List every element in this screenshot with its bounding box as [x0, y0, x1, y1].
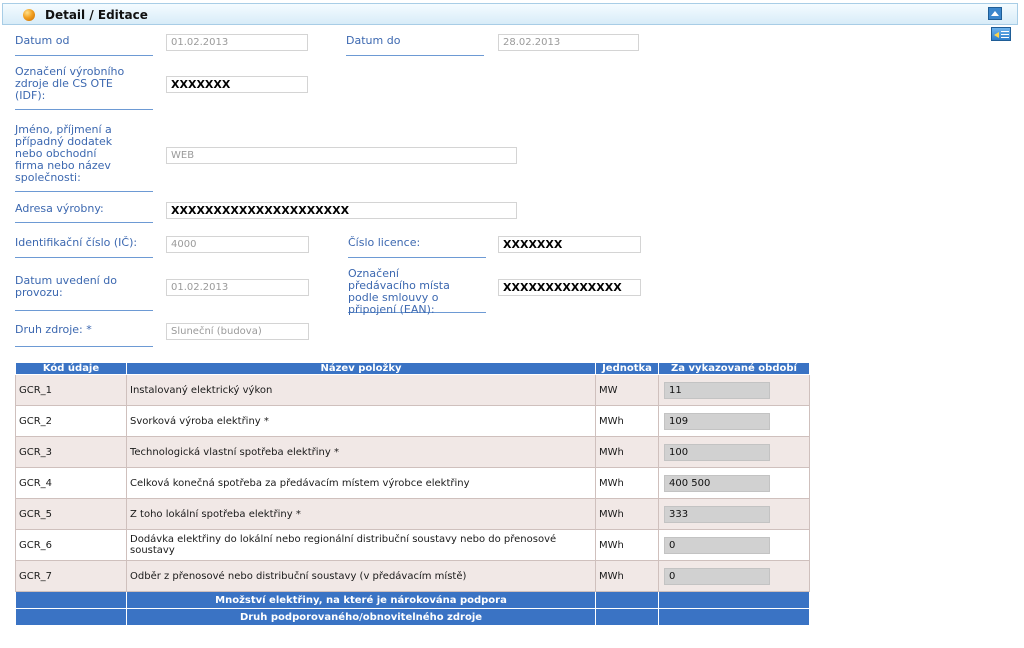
section-title-podpora: Množství elektřiny, na které je nároková…	[126, 591, 596, 609]
cell-code: GCR_5	[15, 498, 127, 530]
cell-unit: MWh	[595, 467, 659, 499]
value-input[interactable]: 11	[664, 381, 770, 399]
licence-field[interactable]: XXXXXXX	[498, 236, 641, 253]
table-row: GCR_6 Dodávka elektřiny do lokální nebo …	[15, 529, 810, 561]
cell-name: Odběr z přenosové nebo distribuční soust…	[126, 560, 596, 592]
section-empty-cell	[15, 591, 127, 609]
label-jmeno: Jméno, příjmení a případný dodatek nebo …	[15, 124, 153, 192]
table-header-row: Kód údaje Název položky Jednotka Za vyka…	[15, 362, 810, 375]
ic-field[interactable]: 4000	[166, 236, 309, 253]
section-empty-cell	[595, 608, 659, 626]
cell-value: 11	[658, 374, 810, 406]
section-row: Druh podporovaného/obnovitelného zdroje	[15, 608, 810, 626]
data-table: Kód údaje Název položky Jednotka Za vyka…	[15, 362, 810, 626]
cell-unit: MWh	[595, 498, 659, 530]
label-ean: Označení předávacího místa podle smlouvy…	[348, 268, 486, 316]
druh-select[interactable]: Sluneční (budova)	[166, 323, 309, 340]
label-ic: Identifikační číslo (IČ):	[15, 237, 153, 258]
table-row: GCR_2 Svorková výroba elektřiny * MWh 10…	[15, 405, 810, 437]
datum-od-field[interactable]: 01.02.2013	[166, 34, 308, 51]
cell-code: GCR_6	[15, 529, 127, 561]
cell-code: GCR_1	[15, 374, 127, 406]
value-input[interactable]: 0	[664, 536, 770, 554]
table-row: GCR_1 Instalovaný elektrický výkon MW 11	[15, 374, 810, 406]
label-datum-od: Datum od	[15, 35, 153, 56]
value-input[interactable]: 109	[664, 412, 770, 430]
column-header-jednotka: Jednotka	[595, 362, 659, 375]
cell-unit: MWh	[595, 560, 659, 592]
cell-value: 0	[658, 529, 810, 561]
section-row: Množství elektřiny, na které je nároková…	[15, 591, 810, 609]
cell-unit: MWh	[595, 405, 659, 437]
datum-uvedeni-field[interactable]: 01.02.2013	[166, 279, 309, 296]
table-row: GCR_3 Technologická vlastní spotřeba ele…	[15, 436, 810, 468]
section-empty-cell	[658, 608, 810, 626]
arrow-left-icon	[994, 32, 999, 38]
cell-value: 333	[658, 498, 810, 530]
table-row: GCR_7 Odběr z přenosové nebo distribuční…	[15, 560, 810, 592]
cell-value: 400 500	[658, 467, 810, 499]
cell-code: GCR_4	[15, 467, 127, 499]
label-licence: Číslo licence:	[348, 237, 486, 258]
section-empty-cell	[595, 591, 659, 609]
adresa-field[interactable]: XXXXXXXXXXXXXXXXXXXXX	[166, 202, 517, 219]
export-toolbar-icon[interactable]	[991, 27, 1011, 41]
label-adresa: Adresa výrobny:	[15, 203, 153, 223]
column-header-nazev: Název položky	[126, 362, 596, 375]
cell-code: GCR_7	[15, 560, 127, 592]
column-header-kod: Kód údaje	[15, 362, 127, 375]
label-druh: Druh zdroje: *	[15, 324, 153, 347]
cell-name: Instalovaný elektrický výkon	[126, 374, 596, 406]
cell-unit: MWh	[595, 436, 659, 468]
cell-value: 0	[658, 560, 810, 592]
section-title-druh: Druh podporovaného/obnovitelného zdroje	[126, 608, 596, 626]
value-input[interactable]: 0	[664, 567, 770, 585]
cell-unit: MW	[595, 374, 659, 406]
cell-unit: MWh	[595, 529, 659, 561]
value-input[interactable]: 100	[664, 443, 770, 461]
ean-field[interactable]: XXXXXXXXXXXXXX	[498, 279, 641, 296]
label-datum-do: Datum do	[346, 35, 484, 56]
label-idf: Označení výrobního zdroje dle CS OTE (ID…	[15, 66, 153, 110]
value-input[interactable]: 400 500	[664, 474, 770, 492]
section-empty-cell	[15, 608, 127, 626]
datum-do-field[interactable]: 28.02.2013	[498, 34, 639, 51]
panel-title: Detail / Editace	[45, 8, 148, 22]
cell-code: GCR_2	[15, 405, 127, 437]
table-row: GCR_4 Celková konečná spotřeba za předáv…	[15, 467, 810, 499]
collapse-up-icon[interactable]	[988, 7, 1002, 20]
value-input[interactable]: 333	[664, 505, 770, 523]
line-decoration	[1001, 31, 1009, 32]
cell-name: Svorková výroba elektřiny *	[126, 405, 596, 437]
section-empty-cell	[658, 591, 810, 609]
cell-name: Z toho lokální spotřeba elektřiny *	[126, 498, 596, 530]
cell-code: GCR_3	[15, 436, 127, 468]
cell-value: 109	[658, 405, 810, 437]
cell-value: 100	[658, 436, 810, 468]
column-header-obdobi: Za vykazované období	[658, 362, 810, 375]
cell-name: Technologická vlastní spotřeba elektřiny…	[126, 436, 596, 468]
cell-name: Celková konečná spotřeba za předávacím m…	[126, 467, 596, 499]
jmeno-field[interactable]: WEB	[166, 147, 517, 164]
table-row: GCR_5 Z toho lokální spotřeba elektřiny …	[15, 498, 810, 530]
line-decoration	[1001, 34, 1009, 35]
orange-orb-icon	[23, 9, 35, 21]
line-decoration	[1001, 37, 1009, 38]
idf-field[interactable]: XXXXXXX	[166, 76, 308, 93]
panel-header: Detail / Editace	[2, 3, 1018, 25]
cell-name: Dodávka elektřiny do lokální nebo region…	[126, 529, 596, 561]
label-datum-uvedeni: Datum uvedení do provozu:	[15, 275, 153, 311]
